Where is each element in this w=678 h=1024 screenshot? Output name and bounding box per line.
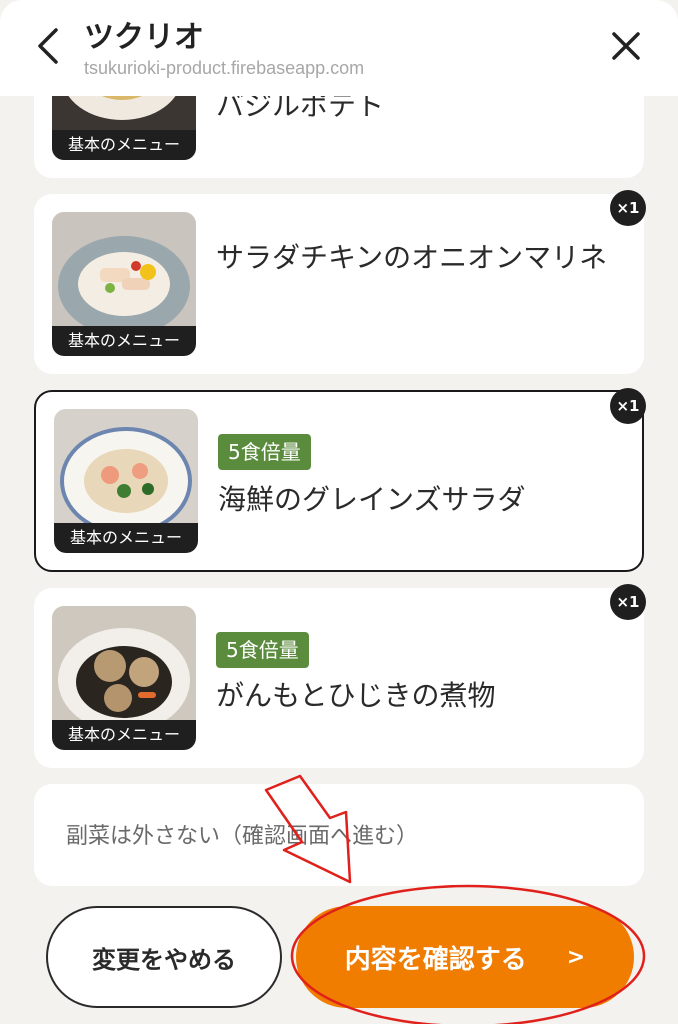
serving-tag: 5食倍量 <box>216 632 309 668</box>
keep-side-dish-option[interactable]: 副菜は外さない（確認画面へ進む） <box>34 784 644 886</box>
quantity-badge: ×1 <box>610 388 646 424</box>
menu-name: 海鮮のグレインズサラダ <box>218 483 526 516</box>
menu-thumbnail: 基本のメニュー <box>52 212 196 356</box>
back-button[interactable] <box>28 24 68 68</box>
menu-card-selected[interactable]: 基本のメニュー 5食倍量 海鮮のグレインズサラダ <box>34 390 644 572</box>
app-header: ツクリオ tsukurioki-product.firebaseapp.com <box>0 0 678 96</box>
menu-card[interactable]: 基本のメニュー 5食倍量 がんもとひじきの煮物 <box>34 588 644 768</box>
cancel-change-button[interactable]: 変更をやめる <box>46 906 282 1008</box>
chevron-left-icon <box>38 28 58 64</box>
menu-card[interactable]: 基本のメニュー サラダチキンのオニオンマリネ <box>34 194 644 374</box>
quantity-badge: ×1 <box>610 584 646 620</box>
app-url: tsukurioki-product.firebaseapp.com <box>84 58 365 78</box>
keep-side-dish-label: 副菜は外さない（確認画面へ進む） <box>66 824 419 849</box>
app-title: ツクリオ <box>84 20 204 55</box>
thumb-caption: 基本のメニュー <box>54 523 198 553</box>
confirm-contents-label: 内容を確認する <box>344 944 527 975</box>
cancel-change-label: 変更をやめる <box>92 945 236 974</box>
thumb-caption: 基本のメニュー <box>52 326 196 356</box>
menu-thumbnail: 基本のメニュー <box>54 409 198 553</box>
quantity-badge: ×1 <box>610 190 646 226</box>
confirm-contents-button[interactable]: 内容を確認する > <box>296 906 634 1008</box>
close-button[interactable] <box>604 24 648 68</box>
menu-name: サラダチキンのオニオンマリネ <box>216 241 608 274</box>
chevron-right-icon: > <box>566 944 586 970</box>
thumb-caption: 基本のメニュー <box>52 720 196 750</box>
serving-tag: 5食倍量 <box>218 434 311 470</box>
close-icon <box>612 32 640 60</box>
menu-name: がんもとひじきの煮物 <box>216 679 496 712</box>
thumb-caption: 基本のメニュー <box>52 130 196 160</box>
menu-thumbnail: 基本のメニュー <box>52 606 196 750</box>
